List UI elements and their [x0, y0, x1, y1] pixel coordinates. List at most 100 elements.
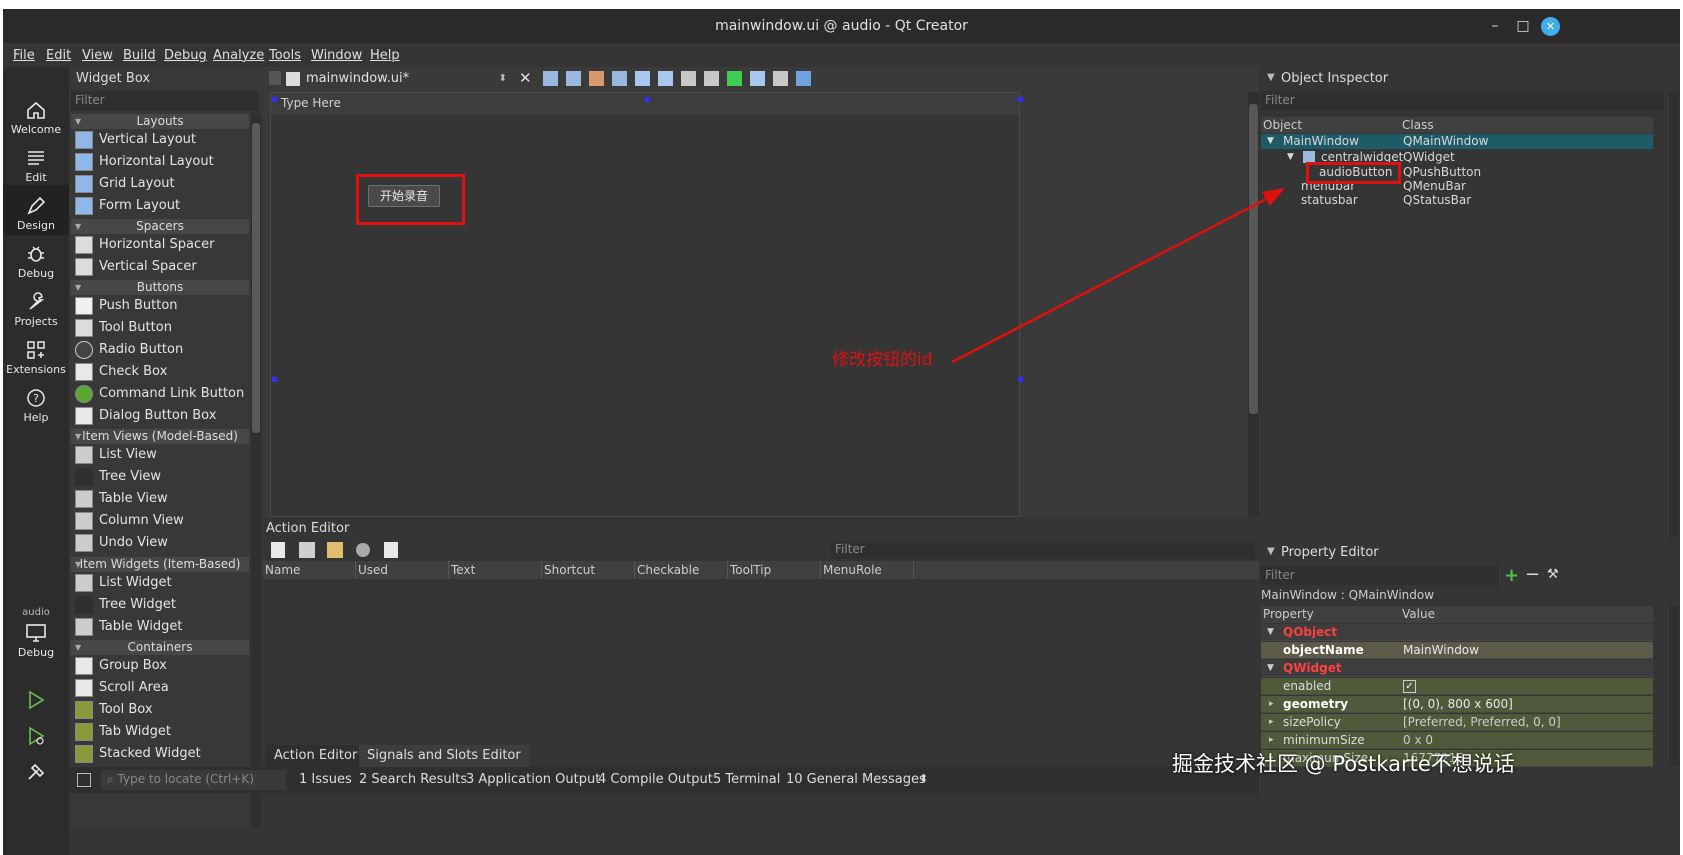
- mode-projects[interactable]: Projects: [3, 281, 69, 331]
- add-property-icon[interactable]: +: [1504, 565, 1519, 586]
- minimize-button[interactable]: –: [1487, 18, 1503, 34]
- expand-arrow-icon[interactable]: ▼: [1267, 134, 1274, 149]
- adjust-size-icon[interactable]: [796, 71, 811, 86]
- widget-list-widget[interactable]: List Widget: [75, 572, 172, 594]
- widget-grid-layout[interactable]: Grid Layout: [75, 173, 175, 195]
- form-canvas[interactable]: Type Here 开始录音: [270, 92, 1020, 517]
- pane-issues[interactable]: 1 Issues: [299, 772, 352, 787]
- col-checkable[interactable]: Checkable: [635, 561, 728, 579]
- pane-terminal[interactable]: 5 Terminal: [713, 772, 780, 787]
- widget-box-filter[interactable]: Filter: [71, 91, 259, 111]
- category-item-widgets[interactable]: ▼ Item Widgets (Item-Based): [71, 557, 249, 572]
- widget-scroll-area[interactable]: Scroll Area: [75, 677, 169, 699]
- property-value[interactable]: [Preferred, Preferred, 0, 0]: [1403, 714, 1561, 731]
- delete-action-icon[interactable]: [356, 543, 370, 557]
- pane-general-messages[interactable]: 10 General Messages: [786, 772, 926, 787]
- category-spacers[interactable]: ▼ Spacers: [71, 219, 249, 234]
- resize-handle[interactable]: [645, 97, 650, 102]
- menu-tools[interactable]: Tools: [269, 48, 301, 63]
- col-class[interactable]: Class: [1402, 118, 1434, 132]
- resize-handle[interactable]: [1018, 377, 1023, 382]
- configure-action-icon[interactable]: [384, 542, 398, 558]
- locator-input[interactable]: ⌕ Type to locate (Ctrl+K): [101, 770, 286, 790]
- tree-row-mainwindow[interactable]: ▼ MainWindow QMainWindow: [1261, 134, 1653, 149]
- widget-push-button[interactable]: Push Button: [75, 295, 178, 317]
- scrollbar-thumb[interactable]: [252, 123, 260, 433]
- widget-tool-box[interactable]: Tool Box: [75, 699, 153, 721]
- menu-file[interactable]: File: [13, 48, 35, 63]
- tree-row-statusbar[interactable]: statusbar QStatusBar: [1261, 193, 1653, 208]
- tab-signals-slots[interactable]: Signals and Slots Editor: [359, 745, 529, 767]
- widget-horizontal-spacer[interactable]: Horizontal Spacer: [75, 234, 214, 256]
- col-property[interactable]: Property: [1263, 607, 1314, 621]
- resize-handle[interactable]: [1018, 97, 1023, 102]
- object-filter[interactable]: Filter: [1261, 91, 1664, 110]
- layout-splitter-h-icon[interactable]: [681, 71, 696, 86]
- widget-tab-widget[interactable]: Tab Widget: [75, 721, 171, 743]
- widget-tree-widget[interactable]: Tree Widget: [75, 594, 176, 616]
- object-inspector-scrollbar[interactable]: [1669, 92, 1679, 537]
- close-button[interactable]: ✕: [1541, 17, 1560, 36]
- resize-handle[interactable]: [272, 377, 277, 382]
- collapse-chevron-icon[interactable]: ▼: [1267, 546, 1275, 557]
- layout-horizontal-icon[interactable]: [635, 71, 650, 86]
- layout-grid-icon[interactable]: [750, 71, 765, 86]
- menu-build[interactable]: Build: [123, 48, 156, 63]
- paste-action-icon[interactable]: [327, 542, 343, 558]
- tab-action-editor[interactable]: Action Editor: [266, 745, 366, 767]
- col-shortcut[interactable]: Shortcut: [542, 561, 635, 579]
- widget-list-view[interactable]: List View: [75, 444, 157, 466]
- widget-stacked-widget[interactable]: Stacked Widget: [75, 743, 201, 765]
- run-icon[interactable]: [25, 689, 47, 711]
- scrollbar-thumb[interactable]: [1249, 104, 1258, 414]
- property-filter[interactable]: Filter: [1261, 566, 1499, 585]
- break-layout-icon[interactable]: [773, 71, 788, 86]
- col-value[interactable]: Value: [1402, 607, 1435, 621]
- menu-debug[interactable]: Debug: [164, 48, 207, 63]
- editor-scrollbar[interactable]: [1248, 92, 1259, 517]
- widget-column-view[interactable]: Column View: [75, 510, 184, 532]
- edit-signals-icon[interactable]: [566, 71, 581, 86]
- menu-window[interactable]: Window: [311, 48, 362, 63]
- property-group-qobject[interactable]: ▼ QObject: [1261, 624, 1653, 641]
- category-item-views[interactable]: ▼ Item Views (Model-Based): [71, 429, 249, 444]
- menu-edit[interactable]: Edit: [46, 48, 71, 63]
- type-here-placeholder[interactable]: Type Here: [281, 96, 341, 110]
- property-editor-scrollbar[interactable]: [1669, 606, 1679, 766]
- property-row-minimumsize[interactable]: ▸ minimumSize 0 x 0: [1261, 732, 1653, 749]
- mode-design[interactable]: Design: [3, 185, 69, 235]
- property-row-sizepolicy[interactable]: ▸ sizePolicy [Preferred, Preferred, 0, 0…: [1261, 714, 1653, 731]
- widget-box-scrollbar[interactable]: [251, 113, 261, 827]
- qt-logo-icon[interactable]: [727, 71, 742, 86]
- mode-debug[interactable]: Debug: [3, 233, 69, 283]
- maximize-button[interactable]: □: [1515, 18, 1531, 34]
- property-value[interactable]: 0 x 0: [1403, 732, 1433, 749]
- col-name[interactable]: Name: [263, 561, 356, 579]
- menu-view[interactable]: View: [82, 48, 113, 63]
- layout-vertical-icon[interactable]: [658, 71, 673, 86]
- build-hammer-icon[interactable]: [25, 761, 47, 783]
- col-text[interactable]: Text: [449, 561, 542, 579]
- pane-more-icon[interactable]: ⬍: [919, 772, 928, 785]
- col-menurole[interactable]: MenuRole: [821, 561, 914, 579]
- mode-edit[interactable]: Edit: [3, 137, 69, 187]
- property-group-qwidget[interactable]: ▼ QWidget: [1261, 660, 1653, 677]
- col-tooltip[interactable]: ToolTip: [728, 561, 821, 579]
- widget-group-box[interactable]: Group Box: [75, 655, 167, 677]
- copy-action-icon[interactable]: [299, 542, 315, 558]
- open-file-combo[interactable]: mainwindow.ui* ⬍: [286, 70, 511, 88]
- close-document-icon[interactable]: ✕: [519, 69, 532, 87]
- property-value[interactable]: MainWindow: [1403, 642, 1479, 659]
- pane-compile-output[interactable]: 4 Compile Output: [598, 772, 713, 787]
- widget-check-box[interactable]: Check Box: [75, 361, 167, 383]
- expand-arrow-icon[interactable]: ▼: [1267, 660, 1274, 677]
- property-row-geometry[interactable]: ▸ geometry [(0, 0), 800 x 600]: [1261, 696, 1653, 713]
- widget-dialog-button-box[interactable]: Dialog Button Box: [75, 405, 216, 427]
- mode-extensions[interactable]: Extensions: [3, 329, 69, 379]
- pane-search-results[interactable]: 2 Search Results: [359, 772, 467, 787]
- debug-run-icon[interactable]: [25, 725, 47, 747]
- widget-command-link-button[interactable]: Command Link Button: [75, 383, 244, 405]
- category-containers[interactable]: ▼ Containers: [71, 640, 249, 655]
- expand-arrow-icon[interactable]: ▼: [1267, 624, 1274, 641]
- kit-selector[interactable]: audio Debug: [3, 601, 69, 671]
